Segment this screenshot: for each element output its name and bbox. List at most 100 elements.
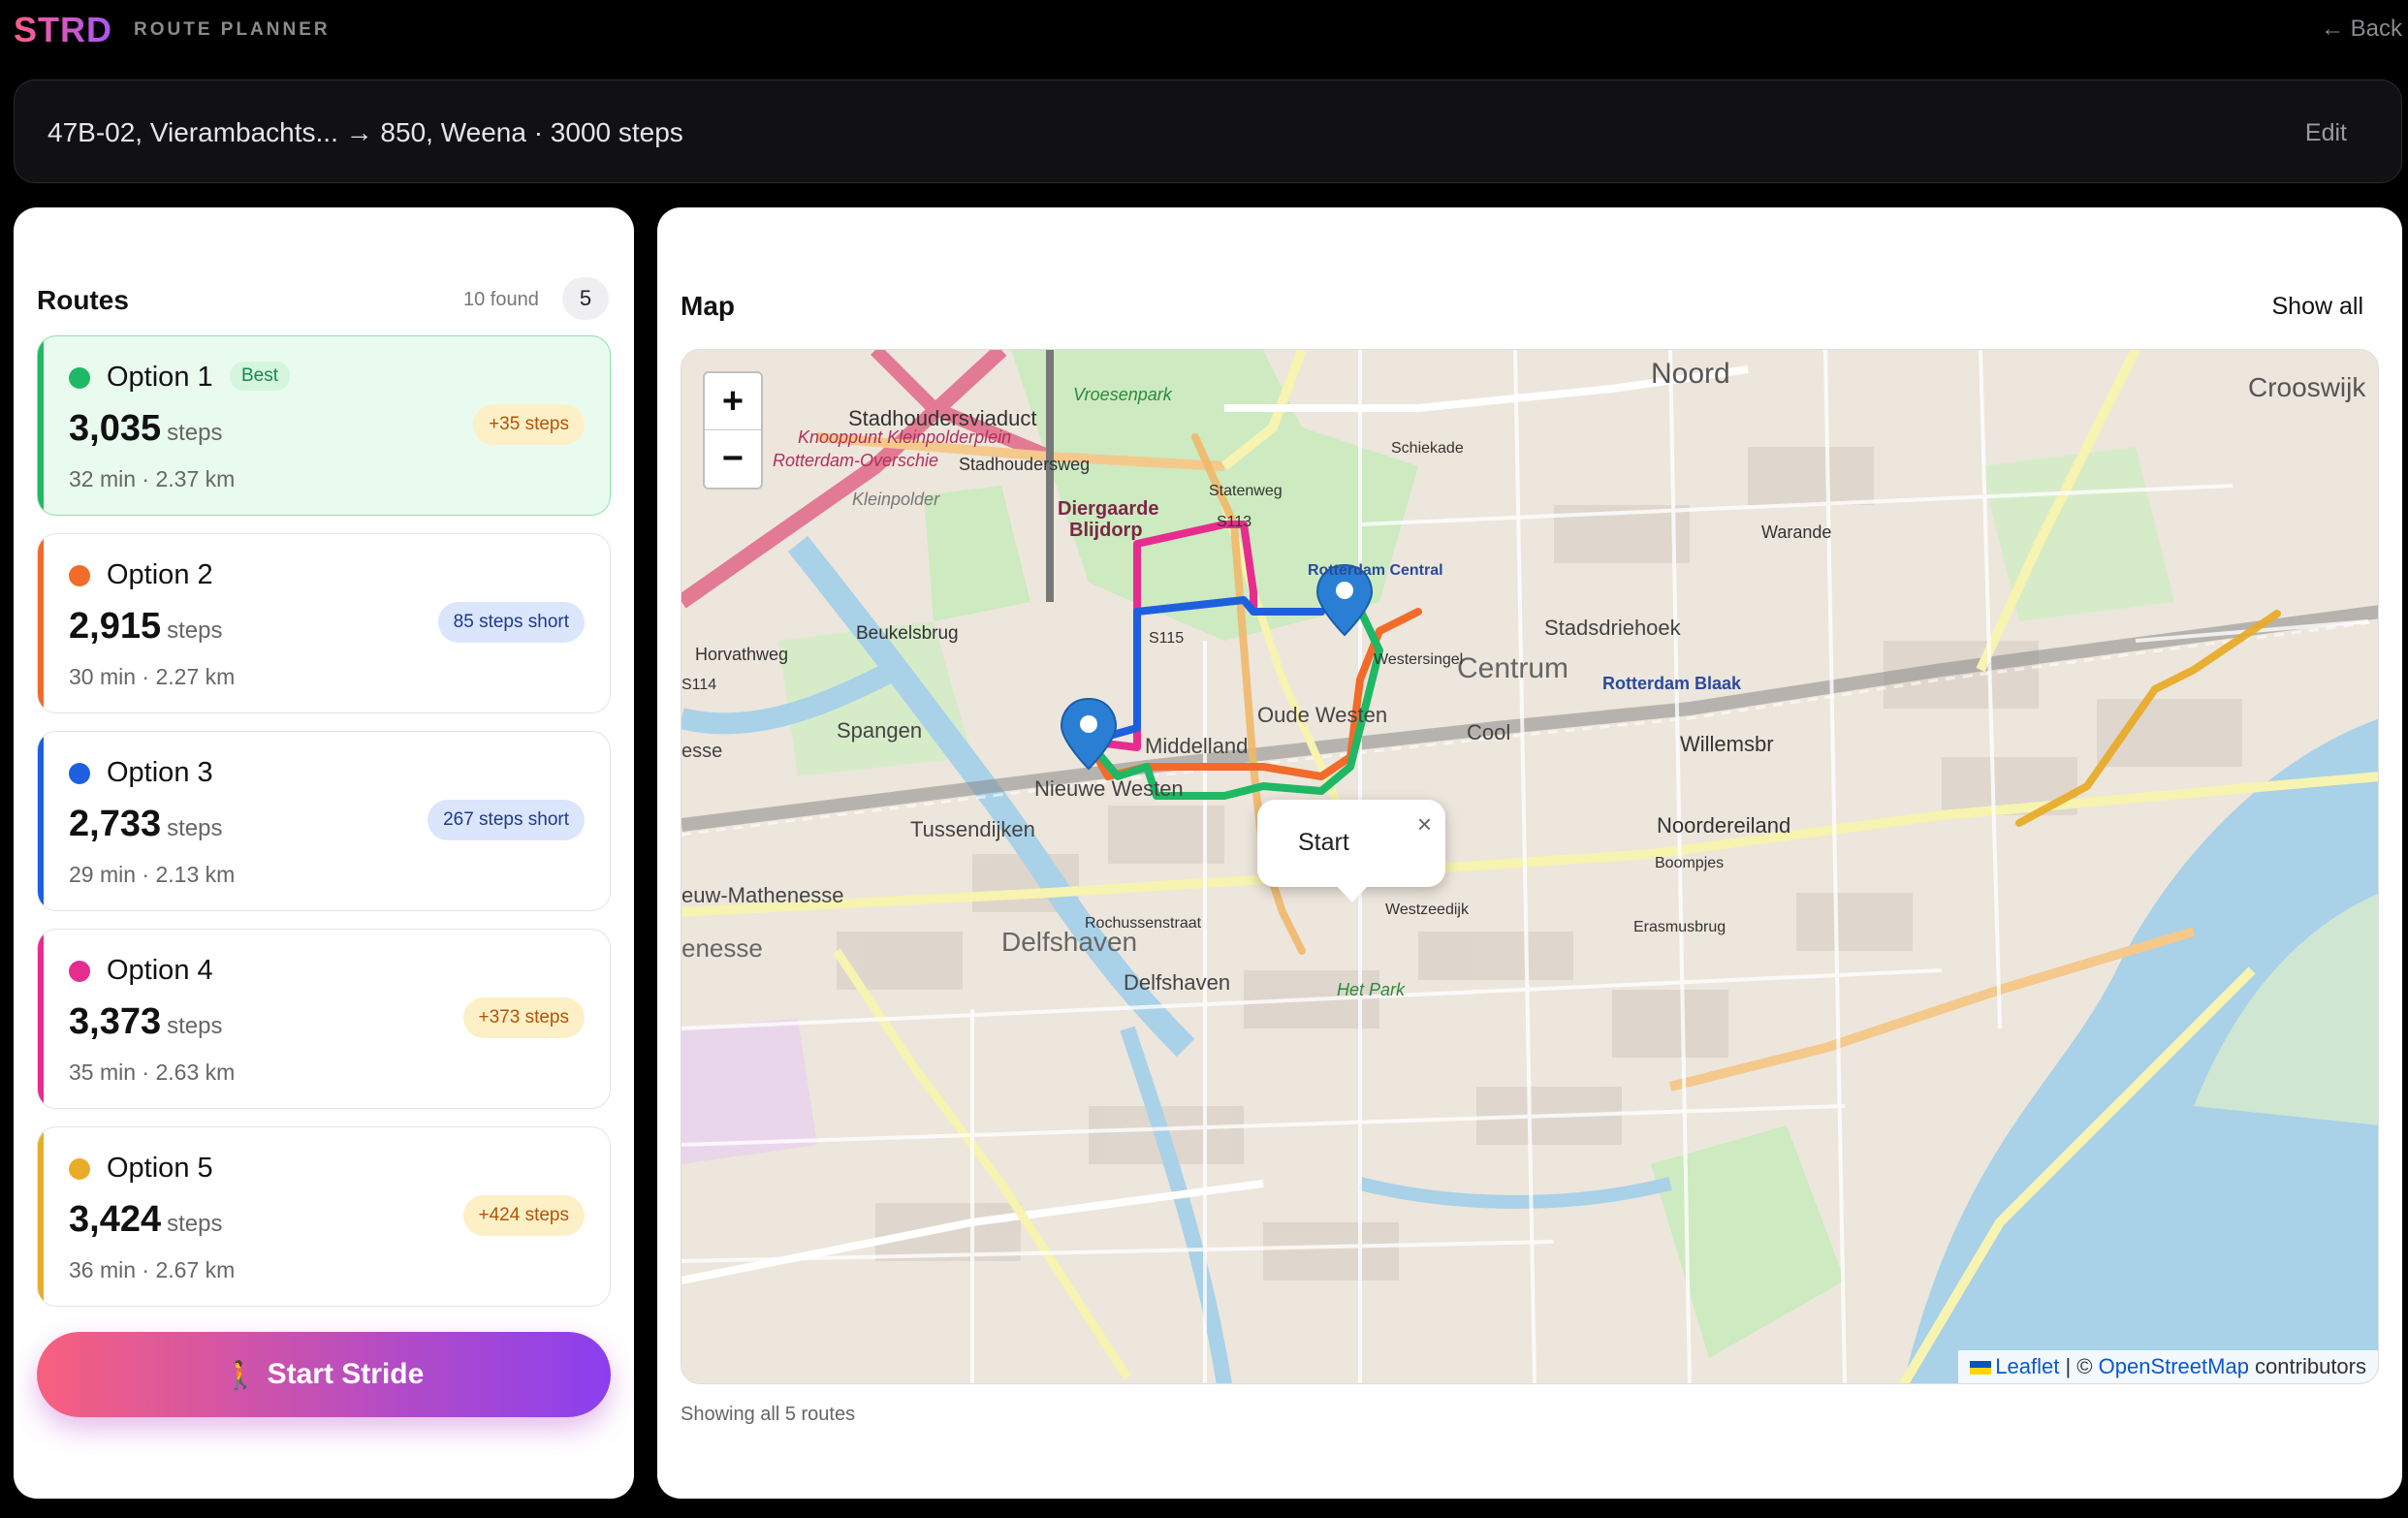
route-color-bar [38,1127,44,1306]
back-button[interactable]: ← Back [2321,16,2402,43]
place-rotterdam-blaak: Rotterdam Blaak [1602,674,1742,693]
route-option-name: Option 5 [107,1153,213,1184]
popup-close-icon[interactable]: × [1417,809,1432,839]
route-steps-unit: steps [167,1211,223,1237]
route-steps: 3,424 steps [69,1199,222,1241]
leaflet-link[interactable]: Leaflet [1995,1354,2059,1378]
route-steps: 2,915 steps [69,606,222,648]
place-horvathweg: Horvathweg [695,645,788,664]
start-stride-button[interactable]: 🚶 Start Stride [37,1332,611,1417]
route-delta-badge: 85 steps short [437,602,585,643]
attribution-separator: | © [2059,1354,2099,1378]
place-tussendijken: Tussendijken [910,817,1035,841]
route-steps-value: 2,915 [69,606,162,647]
route-steps: 2,733 steps [69,804,222,845]
place-westersingel: Westersingel [1374,651,1463,668]
route-steps-value: 3,373 [69,1001,162,1042]
map-panel: Map Show all Noord Crooswijk Stadhouders… [657,207,2402,1499]
zoom-in-button[interactable]: + [705,373,761,430]
zoom-control: + − [703,371,763,490]
routes-found-count: 10 found [463,289,539,310]
place-boompjes: Boompjes [1655,855,1724,871]
route-card-2[interactable]: Option 2 2,915 steps 30 min · 2.27 km 85 ste… [37,533,611,713]
route-steps-unit: steps [167,617,223,644]
route-color-dot-icon [69,1158,90,1180]
place-het-park: Het Park [1337,980,1406,999]
popup-text: Start [1298,829,1349,856]
routes-title: Routes [37,285,129,315]
route-steps-unit: steps [167,815,223,841]
route-option-name: Option 4 [107,955,213,986]
place-diergaarde: Diergaarde [1058,498,1159,520]
route-card-1[interactable]: Option 1 Best 3,035 steps 32 min · 2.37 km +3… [37,335,611,516]
place-noordereiland: Noordereiland [1657,813,1790,838]
place-kleinpolder: Kleinpolder [852,490,940,509]
map-footer-text: Showing all 5 routes [681,1404,856,1425]
place-delfshaven-2: Delfshaven [1124,970,1230,995]
place-statenweg: Statenweg [1209,483,1283,499]
map-tiles[interactable]: Noord Crooswijk Stadhoudersviaduct Knoop… [681,350,2379,1384]
route-meta: 35 min · 2.63 km [69,1059,236,1085]
route-steps-value: 3,035 [69,408,162,449]
route-card-4[interactable]: Option 4 3,373 steps 35 min · 2.63 km +373 s… [37,929,611,1109]
edit-button[interactable]: Edit [2305,119,2347,147]
map-title: Map [681,291,735,321]
place-cool: Cool [1467,720,1510,744]
place-rochussenstraat: Rochussenstraat [1085,915,1202,932]
walker-icon: 🚶 [223,1359,258,1390]
route-delta-badge: +424 steps [462,1195,585,1236]
route-steps: 3,035 steps [69,408,222,450]
route-delta-badge: 267 steps short [428,800,585,840]
place-crooswijk: Crooswijk [2248,372,2366,402]
route-color-dot-icon [69,565,90,586]
place-beukelsbrug: Beukelsbrug [856,623,959,644]
route-delta-badge: +35 steps [473,404,585,445]
route-card-5[interactable]: Option 5 3,424 steps 36 min · 2.67 km +424 s… [37,1126,611,1307]
osm-link[interactable]: OpenStreetMap [2099,1354,2249,1378]
place-enesse: enesse [681,933,763,963]
ukraine-flag-icon [1970,1361,1992,1376]
place-centrum: Centrum [1457,652,1568,684]
route-color-dot-icon [69,961,90,982]
place-esse: esse [681,741,722,762]
place-middelland: Middelland [1145,734,1248,758]
routes-panel: Routes 10 found 5 Option 1 Best 3,035 steps… [14,207,634,1499]
route-delta-badge: +373 steps [462,997,585,1038]
zoom-out-button[interactable]: − [705,430,761,488]
place-vroesenpark: Vroesenpark [1073,385,1173,404]
route-color-bar [38,732,44,910]
route-color-bar [38,534,44,712]
map-canvas[interactable]: Noord Crooswijk Stadhoudersviaduct Knoop… [681,349,2379,1384]
place-s115: S115 [1149,630,1184,647]
route-option-name: Option 1 [107,362,213,393]
attribution-tail: contributors [2248,1354,2366,1378]
route-steps: 3,373 steps [69,1001,222,1043]
route-meta: 30 min · 2.27 km [69,664,236,689]
place-spangen: Spangen [837,718,922,743]
page-subtitle: ROUTE PLANNER [134,19,331,40]
route-steps-value: 2,733 [69,804,162,844]
start-stride-label: Start Stride [267,1358,425,1390]
place-blijdorp: Blijdorp [1069,520,1143,541]
route-summary-bar: 47B-02, Vierambachts... → 850, Weena · 3… [14,79,2402,183]
place-rotterdam-central: Rotterdam Central [1308,562,1443,579]
place-s114: S114 [681,677,716,693]
route-color-bar [38,930,44,1108]
route-steps-unit: steps [167,420,223,446]
route-steps-unit: steps [167,1013,223,1039]
route-card-3[interactable]: Option 3 2,733 steps 29 min · 2.13 km 267 st… [37,731,611,911]
route-meta: 32 min · 2.37 km [69,466,236,491]
route-option-name: Option 2 [107,559,213,590]
place-s113: S113 [1217,514,1252,530]
show-all-button[interactable]: Show all [2272,293,2364,321]
route-meta: 36 min · 2.67 km [69,1257,236,1282]
place-schiekade: Schiekade [1391,440,1464,457]
place-warande: Warande [1761,522,1831,542]
place-overschie: Rotterdam-Overschie [773,451,938,470]
route-color-bar [38,336,44,515]
place-oude-westen: Oude Westen [1257,703,1387,727]
place-stadsdriehoek: Stadsdriehoek [1544,616,1682,640]
route-meta: 29 min · 2.13 km [69,862,236,887]
place-nieuwe-westen: Nieuwe Westen [1034,776,1184,801]
start-popup: Start × [1257,800,1445,902]
